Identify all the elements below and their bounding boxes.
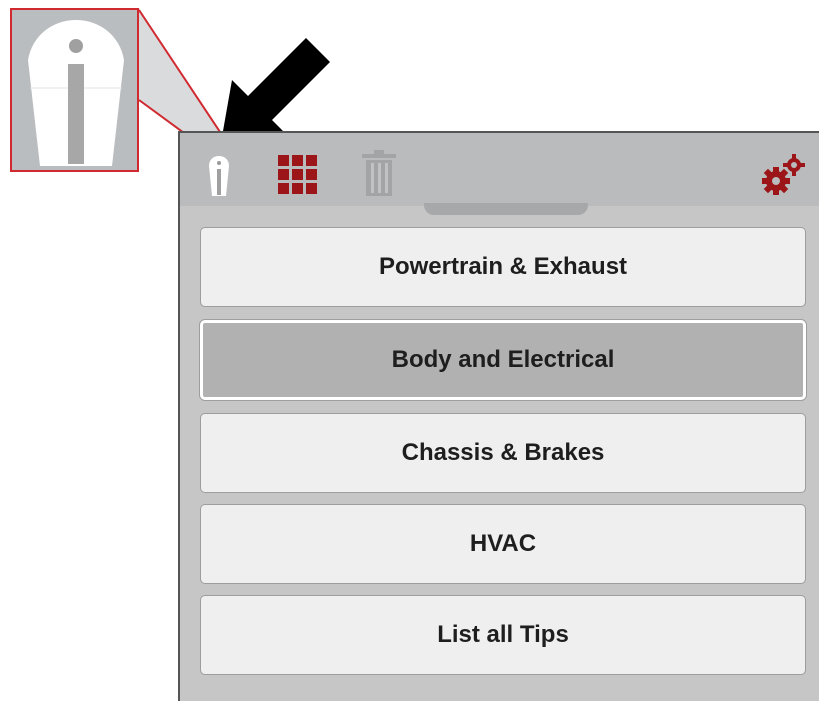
menu-button-hvac[interactable]: HVAC [200, 504, 806, 584]
info-icon[interactable] [208, 155, 230, 197]
menu-button-list-all-tips[interactable]: List all Tips [200, 595, 806, 675]
zoom-callout [10, 8, 139, 172]
app-panel: Powertrain & Exhaust Body and Electrical… [178, 131, 819, 701]
menu-button-powertrain[interactable]: Powertrain & Exhaust [200, 227, 806, 307]
grid-icon[interactable] [276, 153, 320, 197]
menu-button-body-electrical[interactable]: Body and Electrical [200, 320, 806, 400]
menu-button-chassis-brakes[interactable]: Chassis & Brakes [200, 413, 806, 493]
info-icon-magnified [28, 20, 124, 166]
trash-icon[interactable] [360, 149, 398, 197]
toolbar [180, 133, 819, 206]
gears-icon[interactable] [760, 153, 806, 197]
pull-handle[interactable] [424, 203, 588, 215]
